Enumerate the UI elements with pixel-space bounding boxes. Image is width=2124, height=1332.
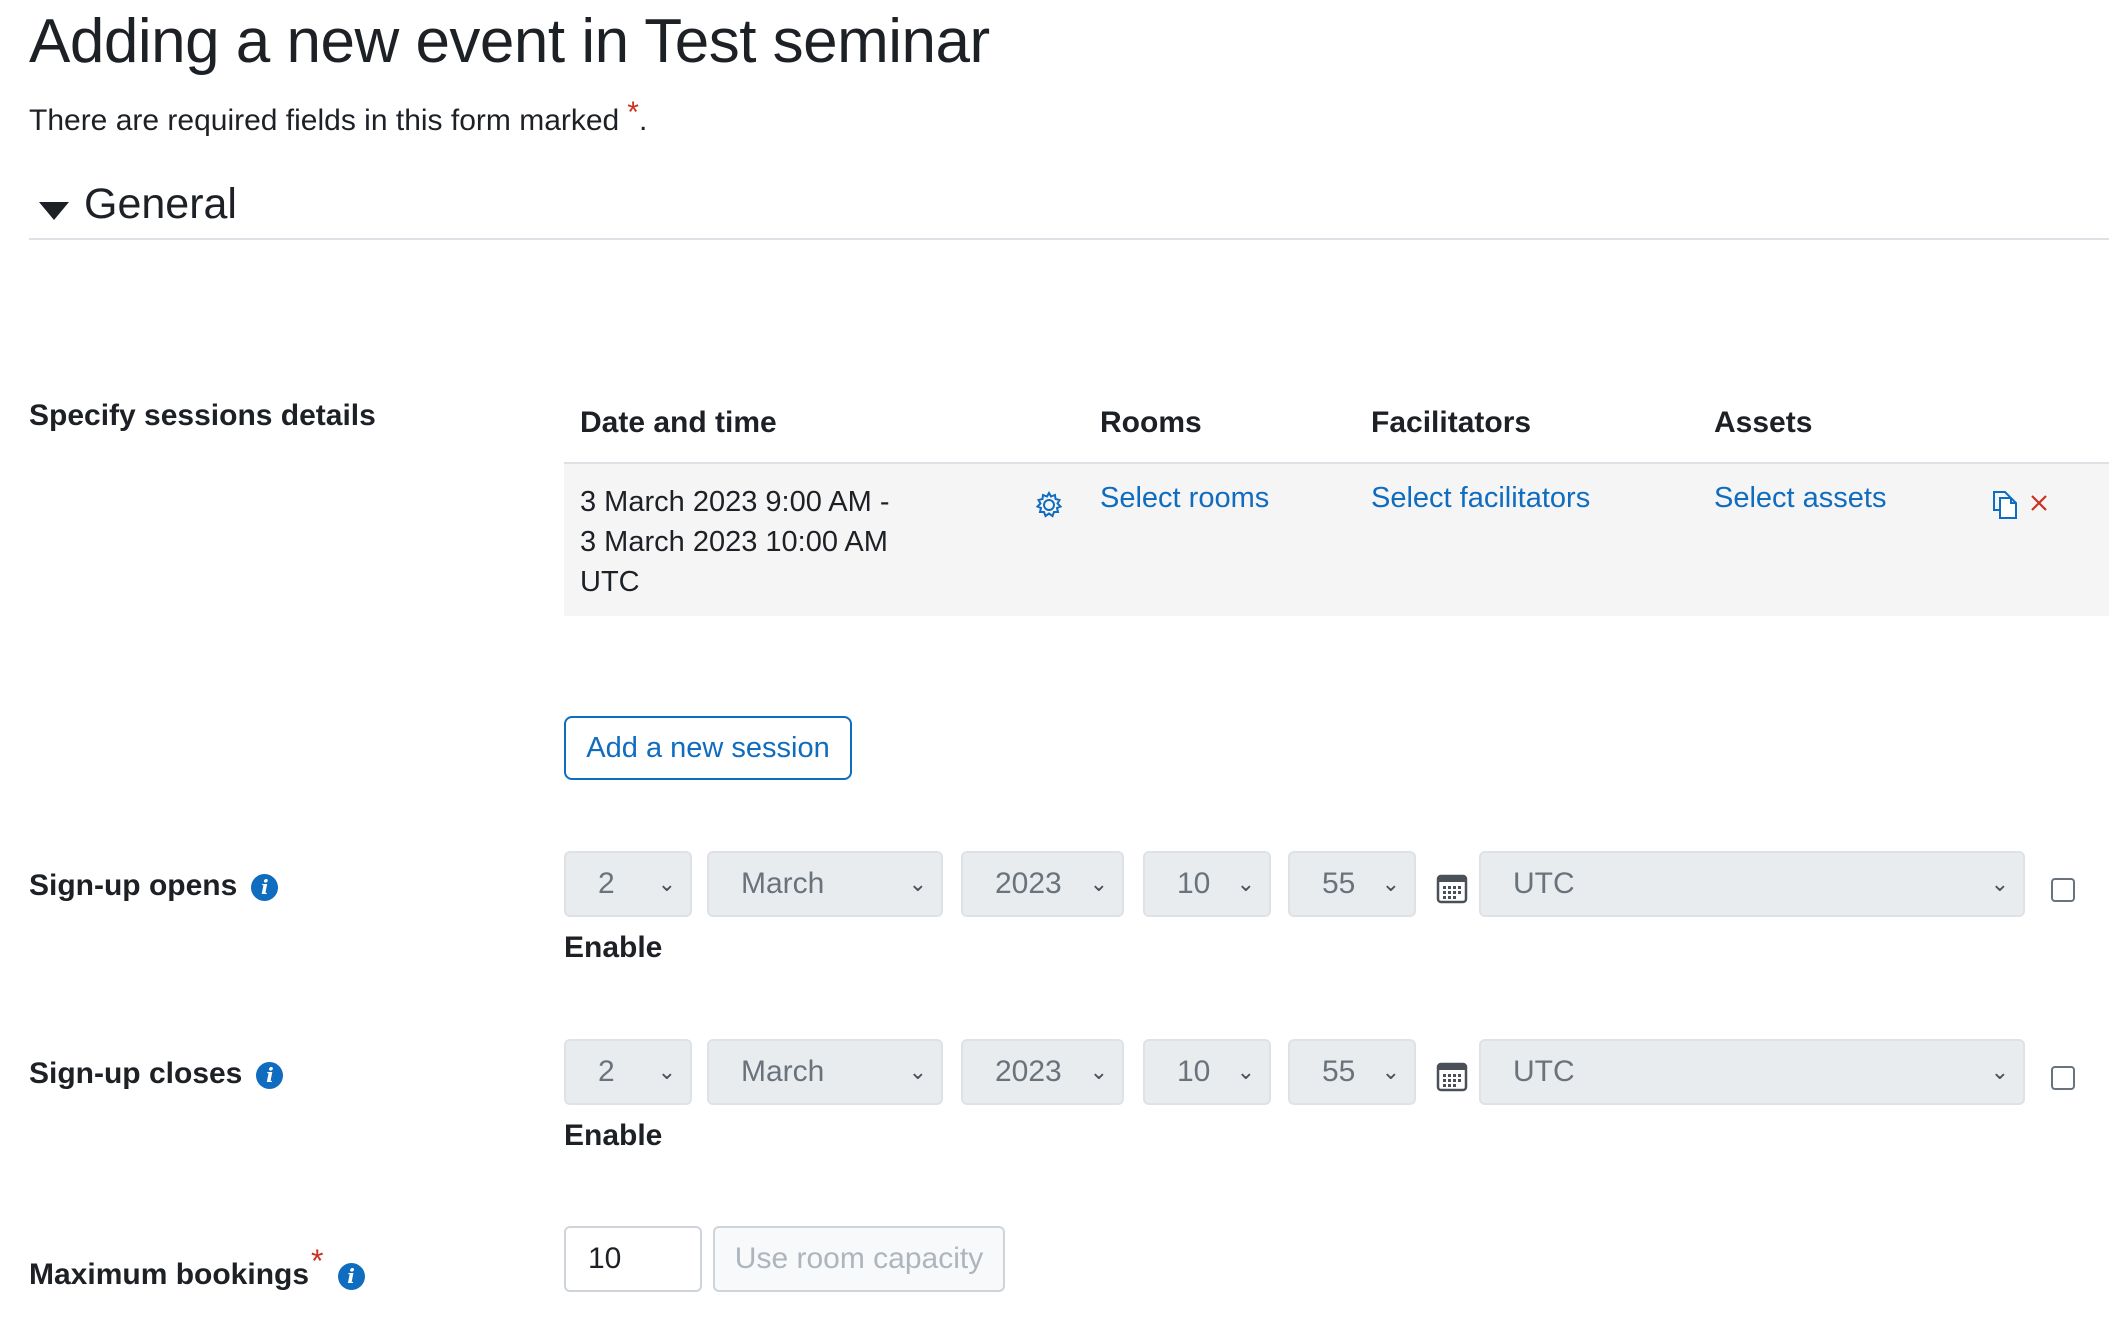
signup-opens-hour-select[interactable]: 10 ⌄ bbox=[1143, 851, 1271, 917]
select-value: 10 bbox=[1177, 867, 1211, 900]
chevron-down-icon: ⌄ bbox=[657, 871, 676, 896]
select-value: March bbox=[741, 867, 825, 900]
session-datetime: 3 March 2023 9:00 AM - 3 March 2023 10:0… bbox=[580, 486, 890, 598]
add-session-button[interactable]: Add a new session bbox=[564, 716, 852, 780]
calendar-icon[interactable] bbox=[1436, 1060, 1468, 1092]
signup-closes-timezone-select[interactable]: UTC ⌄ bbox=[1479, 1039, 2025, 1105]
chevron-down-icon: ⌄ bbox=[1990, 871, 2009, 896]
signup-closes-hour-select[interactable]: 10 ⌄ bbox=[1143, 1039, 1271, 1105]
column-header-date-time: Date and time bbox=[580, 406, 777, 439]
column-header-rooms: Rooms bbox=[1100, 406, 1202, 439]
signup-closes-enable-label[interactable]: Enable bbox=[564, 1119, 662, 1153]
chevron-down-icon: ⌄ bbox=[1381, 871, 1400, 896]
signup-closes-month-select[interactable]: March ⌄ bbox=[707, 1039, 943, 1105]
gear-icon[interactable] bbox=[1034, 490, 1064, 520]
select-value: 2023 bbox=[995, 867, 1062, 900]
max-bookings-label-text: Maximum bookings bbox=[29, 1258, 310, 1291]
page-title: Adding a new event in Test seminar bbox=[29, 7, 990, 76]
chevron-down-icon: ⌄ bbox=[1089, 1059, 1108, 1084]
select-value: 2023 bbox=[995, 1055, 1062, 1088]
sessions-label: Specify sessions details bbox=[29, 399, 376, 432]
chevron-down-icon: ⌄ bbox=[657, 1059, 676, 1084]
chevron-down-icon: ⌄ bbox=[1990, 1059, 2009, 1084]
required-star-icon: * bbox=[627, 96, 639, 129]
signup-opens-label: Sign-up opens i bbox=[29, 869, 279, 903]
select-value: UTC bbox=[1513, 1055, 1575, 1088]
required-star-icon: * bbox=[311, 1243, 324, 1279]
required-note-text: There are required fields in this form m… bbox=[29, 104, 620, 137]
section-general-header[interactable]: General bbox=[29, 180, 2109, 240]
signup-closes-label-text: Sign-up closes bbox=[29, 1057, 243, 1090]
info-icon[interactable]: i bbox=[256, 1061, 284, 1089]
select-assets-link[interactable]: Select assets bbox=[1714, 482, 1886, 515]
column-header-facilitators: Facilitators bbox=[1371, 406, 1532, 439]
signup-opens-month-select[interactable]: March ⌄ bbox=[707, 851, 943, 917]
caret-down-icon[interactable] bbox=[39, 202, 69, 222]
chevron-down-icon: ⌄ bbox=[908, 1059, 927, 1084]
calendar-icon[interactable] bbox=[1436, 872, 1468, 904]
signup-opens-enable-checkbox[interactable] bbox=[2051, 878, 2075, 902]
select-value: 10 bbox=[1177, 1055, 1211, 1088]
sessions-table-header: Date and time Rooms Facilitators Assets bbox=[564, 390, 2109, 464]
select-facilitators-link[interactable]: Select facilitators bbox=[1371, 482, 1590, 515]
signup-opens-timezone-select[interactable]: UTC ⌄ bbox=[1479, 851, 2025, 917]
select-value: 55 bbox=[1322, 867, 1356, 900]
select-value: 2 bbox=[598, 867, 615, 900]
required-note-period: . bbox=[638, 104, 648, 137]
signup-closes-enable-checkbox[interactable] bbox=[2051, 1066, 2075, 1090]
info-icon[interactable]: i bbox=[251, 873, 279, 901]
chevron-down-icon: ⌄ bbox=[908, 871, 927, 896]
select-value: March bbox=[741, 1055, 825, 1088]
select-value: 55 bbox=[1322, 1055, 1356, 1088]
max-bookings-input[interactable]: 10 bbox=[564, 1226, 702, 1292]
chevron-down-icon: ⌄ bbox=[1236, 871, 1255, 896]
signup-closes-year-select[interactable]: 2023 ⌄ bbox=[961, 1039, 1124, 1105]
copy-icon[interactable] bbox=[1991, 488, 2019, 520]
chevron-down-icon: ⌄ bbox=[1236, 1059, 1255, 1084]
table-row: 3 March 2023 9:00 AM - 3 March 2023 10:0… bbox=[564, 464, 2109, 616]
signup-closes-day-select[interactable]: 2 ⌄ bbox=[564, 1039, 692, 1105]
signup-closes-label: Sign-up closes i bbox=[29, 1057, 284, 1091]
chevron-down-icon: ⌄ bbox=[1089, 871, 1108, 896]
signup-closes-minute-select[interactable]: 55 ⌄ bbox=[1288, 1039, 1416, 1105]
signup-opens-year-select[interactable]: 2023 ⌄ bbox=[961, 851, 1124, 917]
section-title[interactable]: General bbox=[84, 180, 237, 229]
use-room-capacity-button: Use room capacity bbox=[713, 1226, 1005, 1292]
sessions-table: Date and time Rooms Facilitators Assets … bbox=[564, 390, 2109, 616]
signup-opens-enable-label[interactable]: Enable bbox=[564, 931, 662, 965]
max-bookings-label: Maximum bookings* i bbox=[29, 1243, 365, 1292]
column-header-assets: Assets bbox=[1714, 406, 1813, 439]
select-value: UTC bbox=[1513, 867, 1575, 900]
signup-opens-day-select[interactable]: 2 ⌄ bbox=[564, 851, 692, 917]
required-fields-note: There are required fields in this form m… bbox=[29, 96, 647, 138]
select-rooms-link[interactable]: Select rooms bbox=[1100, 482, 1269, 515]
signup-opens-label-text: Sign-up opens bbox=[29, 869, 238, 902]
signup-opens-minute-select[interactable]: 55 ⌄ bbox=[1288, 851, 1416, 917]
close-icon[interactable] bbox=[2030, 494, 2048, 512]
chevron-down-icon: ⌄ bbox=[1381, 1059, 1400, 1084]
info-icon[interactable]: i bbox=[337, 1262, 365, 1290]
select-value: 2 bbox=[598, 1055, 615, 1088]
